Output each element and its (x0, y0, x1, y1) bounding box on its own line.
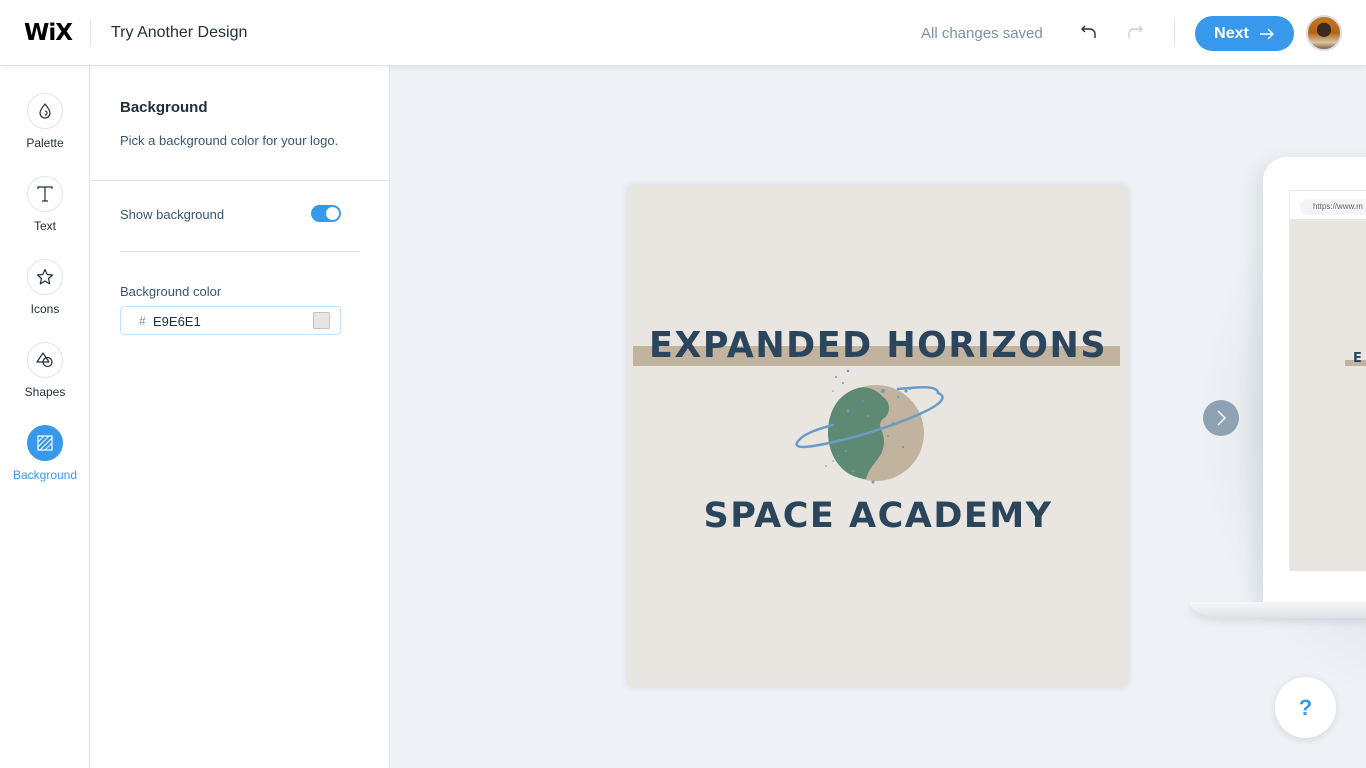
next-design-button[interactable] (1203, 400, 1239, 436)
rail-icon-circle (27, 425, 63, 461)
logo-subtitle: SPACE ACADEMY (703, 496, 1053, 536)
url-bar: https://www.m (1300, 199, 1366, 215)
paint-drop-icon (39, 103, 51, 119)
redo-icon (1128, 25, 1143, 38)
laptop-content: E (1290, 219, 1366, 571)
rail-icon-circle (27, 93, 63, 129)
rail-item-text[interactable]: Text (0, 176, 90, 233)
laptop-screen: https://www.m E (1289, 190, 1366, 571)
rail-item-background[interactable]: Background (0, 425, 90, 482)
undo-icon (1081, 25, 1096, 38)
planet-with-ring-icon (795, 369, 944, 484)
rail-label: Icons (30, 302, 60, 316)
rail-item-icons[interactable]: Icons (0, 259, 90, 316)
hash-prefix: # (139, 314, 146, 328)
wix-logo[interactable]: WiX (24, 20, 73, 46)
star-icon (36, 268, 54, 285)
undo-button[interactable] (1077, 20, 1101, 44)
arrow-right-icon (1259, 28, 1274, 39)
rail-item-palette[interactable]: Palette (0, 93, 90, 150)
page-title: Try Another Design (111, 24, 248, 41)
next-button-label: Next (1214, 24, 1249, 42)
hex-value[interactable]: E9E6E1 (153, 314, 201, 329)
logo-preview[interactable]: EXPANDED HORIZONS SPACE ACADEMY (628, 186, 1128, 686)
save-status: All changes saved (921, 25, 1043, 42)
top-bar: WiX Try Another Design All changes saved… (0, 0, 1366, 66)
help-button[interactable]: ? (1275, 677, 1336, 738)
chevron-right-icon (1217, 410, 1227, 426)
toggle-knob (326, 207, 339, 220)
rail-icon-circle (27, 176, 63, 212)
next-button[interactable]: Next (1195, 16, 1294, 51)
preview-canvas: EXPANDED HORIZONS SPACE ACADEMY https://… (390, 66, 1366, 768)
text-icon (37, 186, 53, 202)
show-background-toggle[interactable] (311, 205, 341, 222)
color-swatch[interactable] (313, 312, 330, 329)
laptop-base (1190, 602, 1366, 618)
divider (1174, 20, 1175, 46)
rail-label: Palette (26, 136, 64, 150)
redo-button[interactable] (1123, 20, 1147, 44)
panel-title: Background (120, 99, 208, 116)
show-background-label: Show background (120, 207, 225, 222)
background-panel: Background Pick a background color for y… (90, 66, 390, 768)
rail-item-shapes[interactable]: Shapes (0, 342, 90, 399)
divider (90, 180, 389, 181)
laptop-mockup: https://www.m E (1263, 157, 1366, 602)
rail-icon-circle (27, 259, 63, 295)
divider (90, 20, 91, 46)
divider (120, 251, 360, 252)
background-color-input[interactable]: # E9E6E1 (120, 306, 341, 335)
left-rail: Palette Text Icons Shapes Background (0, 66, 90, 768)
user-avatar[interactable] (1306, 15, 1342, 51)
rail-label: Text (33, 219, 56, 233)
background-hatch-icon (37, 435, 53, 451)
rail-label: Background (12, 468, 78, 482)
shapes-icon (36, 352, 53, 368)
mini-logo-text: E (1353, 351, 1362, 366)
background-color-label: Background color (120, 284, 222, 299)
panel-description: Pick a background color for your logo. (120, 133, 339, 148)
rail-label: Shapes (24, 385, 66, 399)
rail-icon-circle (27, 342, 63, 378)
